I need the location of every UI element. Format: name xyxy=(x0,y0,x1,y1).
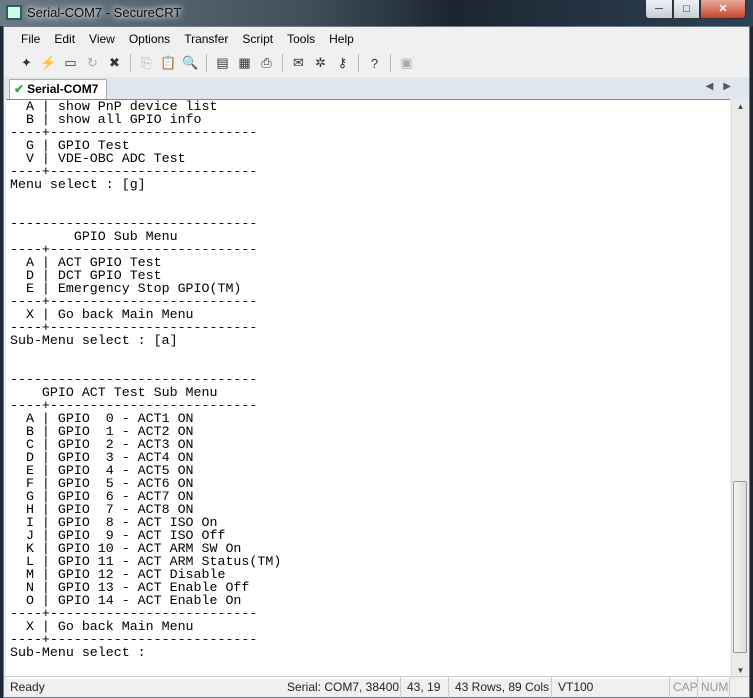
status-num: NUM xyxy=(698,677,730,698)
scrollbar-thumb[interactable] xyxy=(733,481,747,653)
toolbar: ✦ ⚡ ▭ ↻ ✖ ⎘ 📋 🔍 ▤ ▦ ⎙ ✉ ✲ ⚷? ▣ xyxy=(4,51,749,75)
tab-scroll-arrows[interactable]: ◀▶ xyxy=(706,81,741,92)
app-window: File Edit View Options Transfer Script Tools He… xyxy=(3,26,750,698)
help-icon[interactable]: ? xyxy=(364,53,385,73)
reconnect-icon[interactable]: ▭ xyxy=(60,53,81,73)
print-selection-icon[interactable]: ▦ xyxy=(234,53,255,73)
find-icon[interactable]: 🔍 xyxy=(180,53,201,73)
print-screen-icon[interactable]: ▤ xyxy=(212,53,233,73)
reconnect-all-icon[interactable]: ↻ xyxy=(82,53,103,73)
quick-connect-icon[interactable]: ✦ xyxy=(16,53,37,73)
tab-bar: ✔ Serial-COM7 ◀▶ xyxy=(4,77,749,99)
terminal-line: Sub-Menu select : [a] xyxy=(10,333,178,348)
print-icon[interactable]: ⎙ xyxy=(256,53,277,73)
status-connection: Serial: COM7, 38400 xyxy=(281,677,401,698)
vertical-scrollbar[interactable]: ▲ ▼ xyxy=(731,99,748,679)
terminal-output: A | show PnP device list B | show all GP… xyxy=(10,100,281,659)
keymap-icon[interactable]: ⚷ xyxy=(332,53,353,73)
toolbar-separator xyxy=(358,54,359,72)
window-title: Serial-COM7 - SecureCRT xyxy=(27,5,182,20)
session-options-icon[interactable]: ✉ xyxy=(288,53,309,73)
close-button[interactable]: ✕ xyxy=(700,0,746,19)
menu-script[interactable]: Script xyxy=(235,28,280,50)
tab-serial-com7[interactable]: ✔ Serial-COM7 xyxy=(9,79,108,99)
terminal-line: Menu select : [g] xyxy=(10,177,146,192)
status-size: 43 Rows, 89 Cols xyxy=(449,677,552,698)
connected-check-icon: ✔ xyxy=(14,82,25,96)
status-ready: Ready xyxy=(10,680,45,694)
menu-bar: File Edit View Options Transfer Script Tools He… xyxy=(4,28,749,50)
menu-file[interactable]: File xyxy=(14,28,47,50)
menu-transfer[interactable]: Transfer xyxy=(177,28,235,50)
toolbar-separator xyxy=(130,54,131,72)
lock-icon[interactable]: ▣ xyxy=(396,53,417,73)
status-cursor: 43, 19 xyxy=(401,677,449,698)
menu-options[interactable]: Options xyxy=(122,28,177,50)
toolbar-separator xyxy=(390,54,391,72)
maximize-button[interactable]: □ xyxy=(673,0,700,19)
menu-view[interactable]: View xyxy=(82,28,122,50)
tab-label: Serial-COM7 xyxy=(27,82,99,96)
title-bar: Serial-COM7 - SecureCRT ─ □ ✕ xyxy=(0,0,753,26)
status-bar: Ready Serial: COM7, 38400 43, 19 43 Rows… xyxy=(4,676,749,698)
terminal-line: Sub-Menu select : xyxy=(10,645,154,660)
status-cap: CAP xyxy=(670,677,698,698)
menu-help[interactable]: Help xyxy=(322,28,361,50)
terminal-view[interactable]: A | show PnP device list B | show all GP… xyxy=(6,99,730,679)
copy-icon[interactable]: ⎘ xyxy=(136,53,157,73)
toolbar-separator xyxy=(282,54,283,72)
menu-edit[interactable]: Edit xyxy=(47,28,82,50)
status-emulation: VT100 xyxy=(552,677,670,698)
menu-tools[interactable]: Tools xyxy=(280,28,322,50)
toolbar-separator xyxy=(206,54,207,72)
paste-icon[interactable]: 📋 xyxy=(158,53,179,73)
minimize-button[interactable]: ─ xyxy=(645,0,673,19)
securecrt-app-icon[interactable] xyxy=(6,5,22,20)
disconnect-icon[interactable]: ✖ xyxy=(104,53,125,73)
connect-in-tab-icon[interactable]: ⚡ xyxy=(38,53,59,73)
scroll-up-arrow-icon[interactable]: ▲ xyxy=(732,99,749,115)
global-options-icon[interactable]: ✲ xyxy=(310,53,331,73)
